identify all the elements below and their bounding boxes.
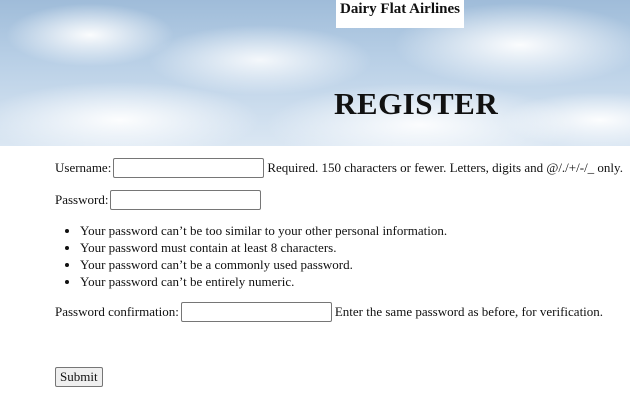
password-confirmation-row: Password confirmation: Enter the same pa… [55, 302, 603, 322]
header-banner: Dairy Flat Airlines REGISTER [0, 0, 630, 146]
password-label: Password: [55, 192, 109, 207]
username-label: Username: [55, 160, 112, 175]
password-input[interactable] [110, 190, 262, 210]
password-row: Password: [55, 190, 262, 210]
username-row: Username: Required. 150 characters or fe… [55, 158, 623, 178]
password-rule: Your password can’t be a commonly used p… [80, 256, 447, 273]
password-rule: Your password must contain at least 8 ch… [80, 239, 447, 256]
password-confirmation-input[interactable] [180, 302, 332, 322]
page-title: REGISTER [334, 86, 499, 121]
password-confirmation-label: Password confirmation: [55, 304, 179, 319]
password-rule: Your password can’t be too similar to yo… [80, 222, 447, 239]
password-rules-list: Your password can’t be too similar to yo… [55, 222, 447, 290]
username-help-text: Required. 150 characters or fewer. Lette… [267, 160, 623, 175]
submit-button[interactable]: Submit [55, 367, 103, 387]
password-confirmation-help-text: Enter the same password as before, for v… [334, 304, 604, 319]
airline-name: Dairy Flat Airlines [340, 1, 460, 17]
username-input[interactable] [113, 158, 265, 178]
airline-name-box: Dairy Flat Airlines [336, 0, 464, 28]
password-rule: Your password can’t be entirely numeric. [80, 273, 447, 290]
